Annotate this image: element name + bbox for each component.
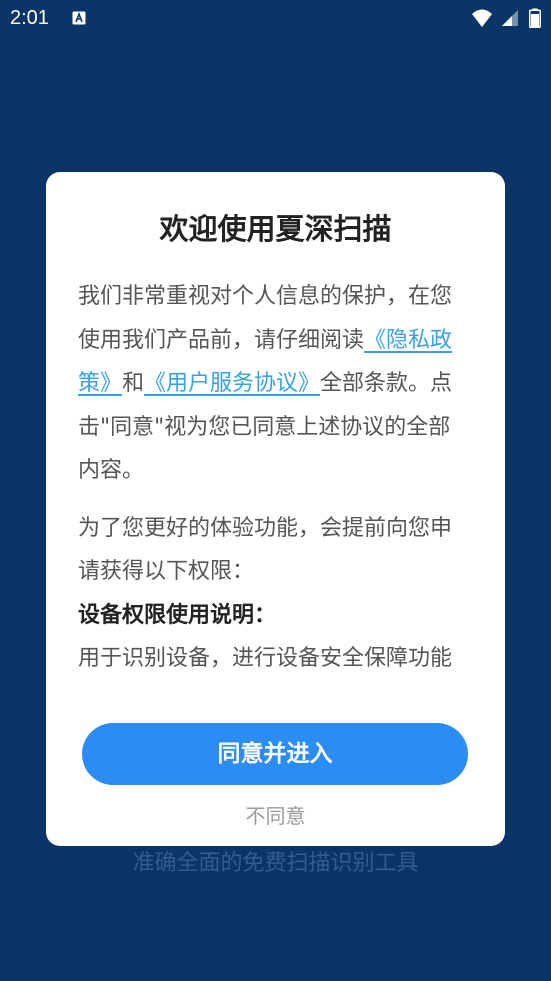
intro-paragraph: 我们非常重视对个人信息的保护，在您使用我们产品前，请仔细阅读《隐私政策》和《用户… xyxy=(78,275,470,493)
service-agreement-link[interactable]: 《用户服务协议》 xyxy=(144,371,320,396)
permission-description: 用于识别设备，进行设备安全保障功能 xyxy=(78,646,453,670)
disagree-button[interactable]: 不同意 xyxy=(46,800,505,829)
wifi-icon xyxy=(472,9,492,27)
and-text: 和 xyxy=(122,371,145,396)
dialog-title: 欢迎使用夏深扫描 xyxy=(159,212,392,246)
privacy-dialog: 欢迎使用夏深扫描 我们非常重视对个人信息的保护，在您使用我们产品前，请仔细阅读《… xyxy=(46,172,505,846)
agree-and-enter-button[interactable]: 同意并进入 xyxy=(82,723,468,785)
app-tagline: 准确全面的免费扫描识别工具 xyxy=(132,851,419,876)
battery-icon xyxy=(529,8,541,28)
dialog-body[interactable]: 我们非常重视对个人信息的保护，在您使用我们产品前，请仔细阅读《隐私政策》和《用户… xyxy=(78,275,470,670)
app-screen: 2:01 准确全面的免费扫描识别工具 欢迎使用夏深扫描 我们非常重视对个人信息的… xyxy=(0,0,551,981)
permission-heading: 设备权限使用说明： xyxy=(78,602,277,628)
status-bar: 2:01 xyxy=(0,0,551,38)
signal-icon xyxy=(502,10,518,26)
keyboard-notification-icon xyxy=(72,11,86,25)
permission-intro: 为了您更好的体验功能，会提前向您申请获得以下权限： xyxy=(78,515,453,585)
status-time: 2:01 xyxy=(10,7,49,29)
